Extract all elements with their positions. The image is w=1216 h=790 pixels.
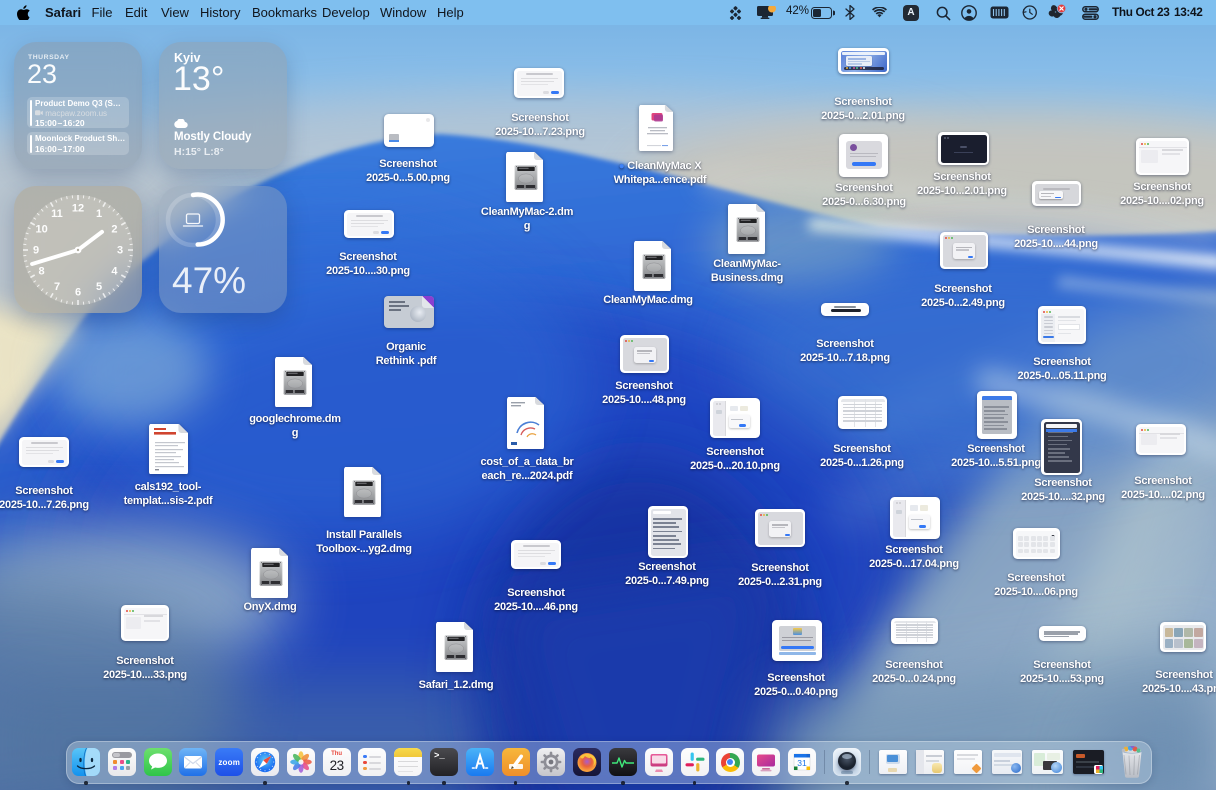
svg-text:7: 7 xyxy=(54,281,60,293)
svg-text:47%: 47% xyxy=(172,260,246,301)
svg-text:4: 4 xyxy=(111,266,118,278)
svg-text:8: 8 xyxy=(39,266,45,278)
svg-text:12: 12 xyxy=(72,203,84,215)
svg-text:9: 9 xyxy=(33,245,39,257)
svg-text:5: 5 xyxy=(96,281,102,293)
svg-text:1: 1 xyxy=(96,208,102,220)
svg-text:31: 31 xyxy=(797,758,807,768)
svg-text:3: 3 xyxy=(117,245,123,257)
svg-text:2: 2 xyxy=(111,224,117,236)
svg-text:6: 6 xyxy=(75,287,81,299)
svg-text:10: 10 xyxy=(35,224,47,236)
svg-text:11: 11 xyxy=(51,208,63,220)
